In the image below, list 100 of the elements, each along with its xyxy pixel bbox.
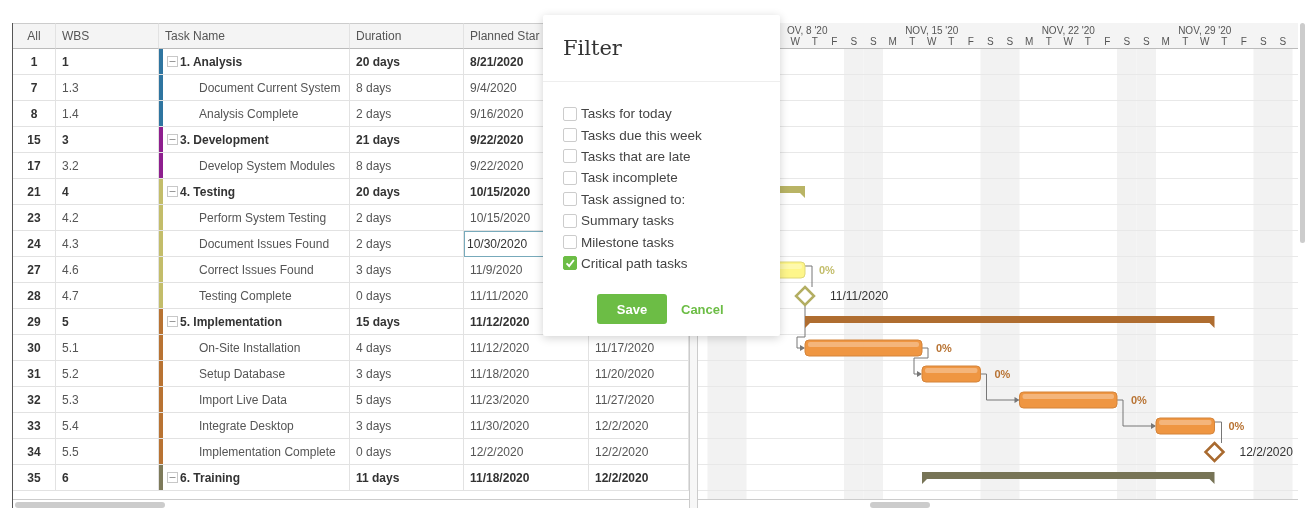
row-number: 21	[13, 179, 56, 205]
table-cell: 21 days	[350, 127, 464, 153]
collapse-icon[interactable]	[167, 56, 178, 67]
task-bar[interactable]	[1018, 391, 1118, 409]
progress-label: 0%	[994, 367, 1010, 380]
day-label: F	[830, 36, 837, 47]
checkbox[interactable]	[563, 106, 577, 121]
table-cell: 2 days	[350, 205, 464, 231]
row-number: 15	[13, 127, 56, 153]
task-bar[interactable]	[1155, 417, 1215, 435]
day-label: W	[790, 36, 800, 47]
scrollbar-thumb[interactable]	[1299, 23, 1305, 243]
day-label: F	[967, 36, 974, 47]
row-number: 29	[13, 309, 56, 335]
table-cell: 8 days	[350, 153, 464, 179]
milestone-date: 12/2/2020	[1239, 444, 1293, 459]
collapse-icon[interactable]	[167, 472, 178, 483]
column-header[interactable]: WBS	[56, 23, 159, 49]
table-cell: 3 days	[350, 413, 464, 439]
week-label: NOV, 29 '20	[1177, 25, 1231, 36]
day-label: T	[908, 36, 915, 47]
checkbox[interactable]	[563, 149, 577, 164]
task-name: Import Live Data	[198, 392, 288, 407]
task-name: Document Issues Found	[198, 236, 330, 251]
task-name: Document Current System	[198, 80, 341, 95]
column-header[interactable]: Duration	[350, 23, 464, 49]
day-label: S	[1142, 36, 1150, 47]
task-name: 4. Testing	[180, 184, 236, 199]
week-label: OV, 8 '20	[786, 25, 827, 36]
day-label: W	[1199, 36, 1209, 47]
checkbox[interactable]	[563, 213, 577, 228]
task-name: Testing Complete	[198, 288, 292, 303]
table-cell: 11/30/2020	[464, 413, 589, 439]
day-label: M	[1161, 36, 1170, 47]
row-number: 8	[13, 101, 56, 127]
task-name: Analysis Complete	[198, 106, 299, 121]
checkbox[interactable]	[563, 235, 577, 250]
task-name: Integrate Desktop	[198, 418, 294, 433]
table-cell: 4 days	[350, 335, 464, 361]
row-number: 23	[13, 205, 56, 231]
progress-label: 0%	[1130, 393, 1147, 406]
milestone-date: 11/11/2020	[829, 288, 888, 303]
row-number: 1	[13, 49, 56, 75]
task-name: Implementation Complete	[198, 444, 336, 459]
row-number: 32	[13, 387, 56, 413]
row-number: 35	[13, 465, 56, 491]
task-name: 1. Analysis	[180, 54, 243, 69]
scrollbar-thumb[interactable]	[869, 502, 930, 508]
day-label: F	[1103, 36, 1110, 47]
collapse-icon[interactable]	[167, 186, 178, 197]
table-cell: 15 days	[350, 309, 464, 335]
table-cell: 5 days	[350, 387, 464, 413]
week-label: NOV, 22 '20	[1041, 25, 1095, 36]
day-label: S	[869, 36, 877, 47]
table-cell: 0 days	[350, 439, 464, 465]
table-cell: 20 days	[350, 179, 464, 205]
table-cell: 2 days	[350, 101, 464, 127]
table-cell: 8 days	[350, 75, 464, 101]
day-label: W	[1063, 36, 1073, 47]
day-label: T	[1084, 36, 1091, 47]
checkbox[interactable]	[563, 128, 577, 143]
milestone-diamond[interactable]	[793, 285, 816, 307]
day-label: T	[1181, 36, 1188, 47]
day-label: S	[1122, 36, 1130, 47]
progress-label: 0%	[818, 263, 835, 276]
day-label: S	[1259, 36, 1267, 47]
table-cell: 20 days	[350, 49, 464, 75]
task-name: 5. Implementation	[180, 314, 283, 329]
row-number: 17	[13, 153, 56, 179]
day-label: S	[1278, 36, 1286, 47]
column-header[interactable]: All	[13, 23, 56, 49]
row-number: 31	[13, 361, 56, 387]
column-header[interactable]: Task Name	[159, 23, 350, 49]
day-label: F	[1240, 36, 1247, 47]
table-cell: 12/2/2020	[464, 439, 589, 465]
task-name: 6. Training	[180, 470, 240, 485]
collapse-icon[interactable]	[167, 316, 178, 327]
table-cell: 2 days	[350, 231, 464, 257]
day-label: T	[1045, 36, 1052, 47]
week-label: NOV, 15 '20	[904, 25, 958, 36]
summary-bar[interactable]	[804, 315, 1215, 328]
day-label: S	[1005, 36, 1013, 47]
table-cell: 3 days	[350, 257, 464, 283]
task-bar[interactable]	[921, 365, 981, 383]
checkbox[interactable]	[563, 192, 577, 207]
task-name: On-Site Installation	[198, 340, 301, 355]
milestone-diamond[interactable]	[1203, 441, 1225, 463]
day-label: S	[849, 36, 857, 47]
scrollbar-thumb[interactable]	[15, 502, 165, 508]
day-label: T	[811, 36, 818, 47]
row-number: 7	[13, 75, 56, 101]
collapse-icon[interactable]	[167, 134, 178, 145]
checkbox[interactable]	[563, 256, 577, 271]
summary-bar[interactable]	[921, 471, 1215, 484]
checkbox[interactable]	[563, 170, 577, 185]
table-cell: 11 days	[350, 465, 464, 491]
row-number: 33	[13, 413, 56, 439]
task-bar[interactable]	[804, 339, 923, 357]
table-cell: 11/18/2020	[464, 361, 589, 387]
table-cell: 11/23/2020	[464, 387, 589, 413]
